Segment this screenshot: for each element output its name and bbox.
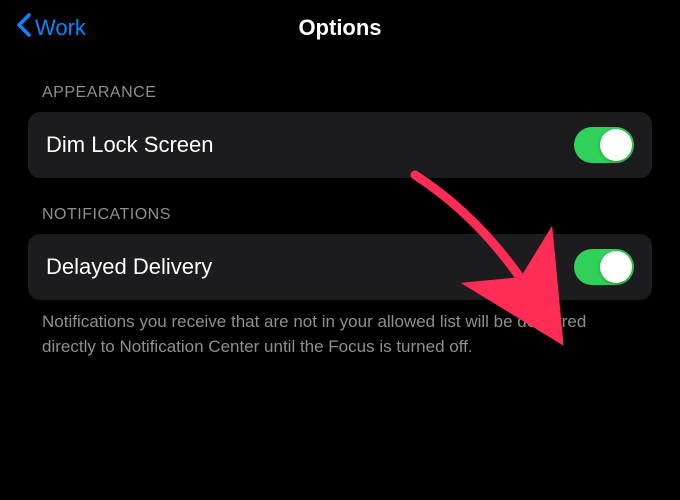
row-label-delayed-delivery: Delayed Delivery [46, 254, 212, 280]
back-button[interactable]: Work [16, 12, 86, 44]
toggle-delayed-delivery[interactable] [574, 249, 634, 285]
section-footer-notifications: Notifications you receive that are not i… [28, 310, 652, 359]
content: APPEARANCE Dim Lock Screen NOTIFICATIONS… [0, 84, 680, 359]
toggle-knob [600, 129, 632, 161]
page-title: Options [298, 15, 381, 41]
back-label: Work [35, 15, 86, 41]
toggle-dim-lock-screen[interactable] [574, 127, 634, 163]
row-dim-lock-screen[interactable]: Dim Lock Screen [28, 112, 652, 178]
row-delayed-delivery[interactable]: Delayed Delivery [28, 234, 652, 300]
nav-header: Work Options [0, 0, 680, 56]
section-header-notifications: NOTIFICATIONS [28, 206, 652, 224]
row-label-dim-lock-screen: Dim Lock Screen [46, 132, 214, 158]
chevron-left-icon [16, 12, 31, 44]
section-header-appearance: APPEARANCE [28, 84, 652, 102]
toggle-knob [600, 251, 632, 283]
